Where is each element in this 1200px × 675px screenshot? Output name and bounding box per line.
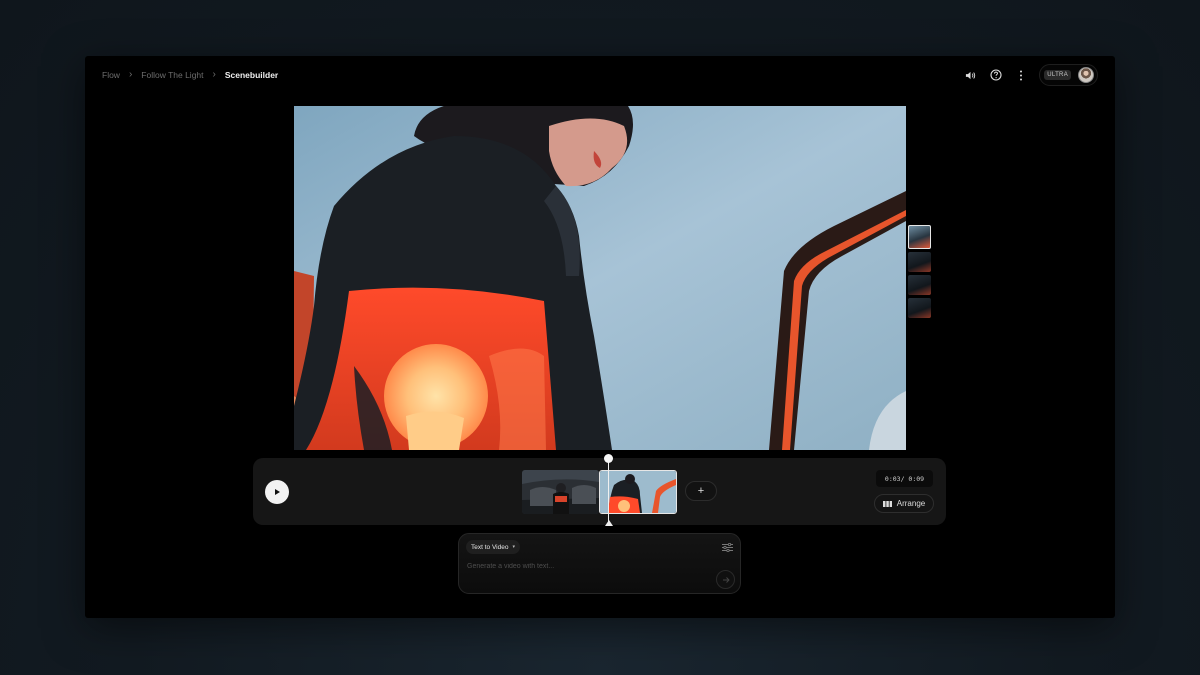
timeline-clip[interactable] — [522, 470, 599, 514]
play-icon — [275, 489, 280, 495]
breadcrumb: Flow › Follow The Light › Scenebuilder — [102, 69, 278, 81]
plan-badge: ULTRA — [1044, 70, 1071, 80]
avatar[interactable] — [1078, 67, 1094, 83]
arrange-label: Arrange — [896, 499, 926, 508]
arrow-right-icon — [722, 576, 730, 583]
timeline-clip[interactable] — [599, 470, 677, 514]
arrange-button[interactable]: Arrange — [874, 494, 934, 513]
prompt-box: Text to Video ▾ — [458, 533, 741, 594]
playhead-marker — [605, 520, 613, 526]
settings-sliders-icon[interactable] — [721, 541, 733, 553]
add-clip-button[interactable]: + — [685, 481, 717, 501]
help-icon[interactable] — [983, 64, 1008, 86]
account-chip[interactable]: ULTRA — [1039, 64, 1098, 86]
prompt-input[interactable] — [467, 560, 697, 572]
chevron-right-icon: › — [212, 69, 216, 80]
clip-thumbnail-strip — [908, 225, 932, 318]
time-display: 0:03/ 0:09 — [876, 470, 933, 487]
mode-select-label: Text to Video — [471, 543, 509, 551]
video-frame — [294, 106, 906, 450]
header-actions: ULTRA — [958, 64, 1098, 86]
more-vert-icon[interactable] — [1008, 64, 1033, 86]
chevron-down-icon: ▾ — [512, 544, 515, 550]
breadcrumb-project[interactable]: Follow The Light — [141, 70, 203, 80]
submit-button[interactable] — [716, 570, 735, 589]
clip-thumbnail[interactable] — [908, 298, 931, 318]
clip-thumbnail[interactable] — [908, 252, 931, 272]
mode-select[interactable]: Text to Video ▾ — [466, 540, 520, 554]
playhead-handle[interactable] — [604, 454, 613, 463]
play-button[interactable] — [265, 480, 289, 504]
clip-thumbnail[interactable] — [908, 275, 931, 295]
breadcrumb-flow[interactable]: Flow — [102, 70, 120, 80]
volume-icon[interactable] — [958, 64, 983, 86]
clip-thumbnail[interactable] — [908, 225, 931, 249]
timeline-panel: + 0:03/ 0:09 Arrange — [253, 454, 946, 526]
arrange-icon — [882, 500, 892, 507]
video-preview[interactable] — [294, 106, 906, 450]
playhead[interactable] — [608, 458, 609, 525]
breadcrumb-current: Scenebuilder — [224, 70, 279, 80]
app-window: Flow › Follow The Light › Scenebuilder U… — [85, 56, 1115, 618]
chevron-right-icon: › — [128, 69, 133, 80]
